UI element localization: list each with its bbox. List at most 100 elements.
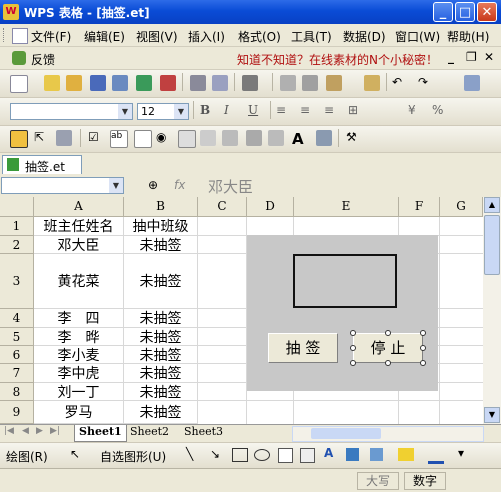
select-all-corner[interactable]: [0, 197, 34, 217]
traditional-chinese-icon[interactable]: [242, 75, 258, 91]
row-header[interactable]: 4: [0, 309, 34, 328]
save-all-icon[interactable]: [112, 75, 128, 91]
oval-icon[interactable]: [254, 449, 270, 461]
menu-help[interactable]: 帮助(H): [447, 28, 489, 45]
scroll-down-icon[interactable]: ▼: [484, 407, 500, 423]
column-header[interactable]: F: [399, 197, 440, 217]
combobox-control-icon[interactable]: [200, 130, 216, 146]
customize-icon[interactable]: [464, 75, 480, 91]
select-objects-icon[interactable]: ↖: [70, 447, 80, 461]
cell-b4[interactable]: 未抽签: [124, 309, 198, 328]
doc-restore-button[interactable]: ❐: [466, 50, 477, 64]
close-button[interactable]: ✕: [477, 2, 497, 22]
vertical-scrollbar[interactable]: ▲ ▼: [483, 197, 501, 424]
scroll-thumb[interactable]: [484, 215, 500, 275]
cell-b3[interactable]: 未抽签: [124, 254, 198, 309]
resize-handle[interactable]: [420, 330, 426, 336]
pdf-icon[interactable]: [160, 75, 176, 91]
row-header[interactable]: 2: [0, 236, 34, 254]
first-sheet-icon[interactable]: |◀: [4, 426, 14, 436]
cell-b2[interactable]: 未抽签: [124, 236, 198, 254]
column-header[interactable]: B: [124, 197, 198, 217]
hscroll-thumb[interactable]: [311, 428, 381, 439]
clipart-icon[interactable]: [346, 448, 359, 461]
properties-icon[interactable]: ⇱: [34, 130, 50, 146]
font-size-combo[interactable]: 12 ▼: [137, 103, 189, 120]
cell-b7[interactable]: 未抽签: [124, 364, 198, 383]
menu-insert[interactable]: 插入(I): [188, 28, 225, 45]
resize-handle[interactable]: [350, 360, 356, 366]
row-header[interactable]: 6: [0, 346, 34, 364]
maximize-button[interactable]: □: [455, 2, 475, 22]
open-folder-icon[interactable]: [66, 75, 82, 91]
grip-handle[interactable]: [3, 28, 7, 42]
cell-a3[interactable]: 黄花菜: [34, 254, 124, 309]
rectangle-icon[interactable]: [232, 448, 248, 462]
column-header[interactable]: C: [198, 197, 247, 217]
italic-button[interactable]: I: [224, 103, 240, 119]
listbox-control-icon[interactable]: [178, 130, 196, 148]
font-name-combo[interactable]: ▼: [10, 103, 133, 120]
draw-menu[interactable]: 绘图(R): [6, 448, 48, 465]
cell-a4[interactable]: 李 四: [34, 309, 124, 328]
scrollbar-control-icon[interactable]: [268, 130, 284, 146]
row-header[interactable]: 1: [0, 217, 34, 236]
menu-data[interactable]: 数据(D): [343, 28, 386, 45]
font-color-icon[interactable]: ▾: [458, 446, 464, 460]
fill-color-icon[interactable]: [398, 448, 414, 461]
menu-view[interactable]: 视图(V): [136, 28, 178, 45]
row-header[interactable]: 8: [0, 383, 34, 401]
formula-input[interactable]: 邓大臣: [196, 176, 499, 196]
minimize-button[interactable]: _: [433, 2, 453, 22]
promo-link[interactable]: 知道不知道？在线素材的N个小秘密！: [237, 51, 438, 68]
last-sheet-icon[interactable]: ▶|: [50, 426, 60, 436]
fx-button[interactable]: fx: [174, 178, 185, 192]
doc-minimize-button[interactable]: _: [448, 50, 454, 64]
cell-b9[interactable]: 未抽签: [124, 401, 198, 424]
export-icon[interactable]: [136, 75, 152, 91]
cell-a5[interactable]: 李 晔: [34, 328, 124, 346]
chevron-down-icon[interactable]: ▼: [118, 104, 132, 119]
column-header[interactable]: A: [34, 197, 124, 217]
resize-handle[interactable]: [420, 360, 426, 366]
column-header[interactable]: G: [440, 197, 483, 217]
align-left-icon[interactable]: ≡: [276, 103, 292, 119]
tab-sheet1[interactable]: Sheet1: [74, 425, 127, 442]
bold-button[interactable]: B: [200, 103, 216, 119]
column-header[interactable]: E: [294, 197, 399, 217]
autoshapes-menu[interactable]: 自选图形(U): [100, 448, 166, 465]
cell-a1[interactable]: 班主任姓名: [34, 217, 124, 236]
paste-icon[interactable]: [326, 75, 342, 91]
name-box[interactable]: ▼: [1, 177, 124, 194]
resize-handle[interactable]: [350, 345, 356, 351]
row-header[interactable]: 9: [0, 401, 34, 424]
scroll-up-icon[interactable]: ▲: [484, 197, 500, 213]
textbox-control-icon[interactable]: ab: [110, 130, 128, 148]
new-icon[interactable]: [10, 75, 28, 93]
arrow-icon[interactable]: ↘: [210, 447, 220, 461]
open-icon[interactable]: [44, 75, 60, 91]
currency-icon[interactable]: ¥: [408, 103, 424, 119]
menu-tools[interactable]: 工具(T): [291, 28, 332, 45]
resize-handle[interactable]: [350, 330, 356, 336]
cell-a2[interactable]: 邓大臣: [34, 236, 124, 254]
line-color-icon[interactable]: [428, 448, 444, 464]
chevron-down-icon[interactable]: ▼: [174, 104, 188, 119]
align-right-icon[interactable]: ≡: [324, 103, 340, 119]
result-display-box[interactable]: [293, 254, 397, 308]
cell-b5[interactable]: 未抽签: [124, 328, 198, 346]
cell-b6[interactable]: 未抽签: [124, 346, 198, 364]
menu-window[interactable]: 窗口(W): [395, 28, 440, 45]
stop-button[interactable]: 停 止: [353, 333, 423, 363]
format-painter-icon[interactable]: [364, 75, 380, 91]
picture-icon[interactable]: [370, 448, 383, 461]
underline-button[interactable]: U: [248, 103, 264, 119]
tab-document[interactable]: 抽签.et: [2, 155, 82, 174]
tab-sheet2[interactable]: Sheet2: [130, 425, 169, 438]
menu-edit[interactable]: 编辑(E): [84, 28, 125, 45]
line-icon[interactable]: ╲: [186, 447, 193, 461]
cut-icon[interactable]: [302, 75, 318, 91]
zoom-icon[interactable]: ⊕: [148, 178, 158, 192]
tab-sheet3[interactable]: Sheet3: [184, 425, 223, 438]
design-mode-icon[interactable]: [10, 130, 28, 148]
